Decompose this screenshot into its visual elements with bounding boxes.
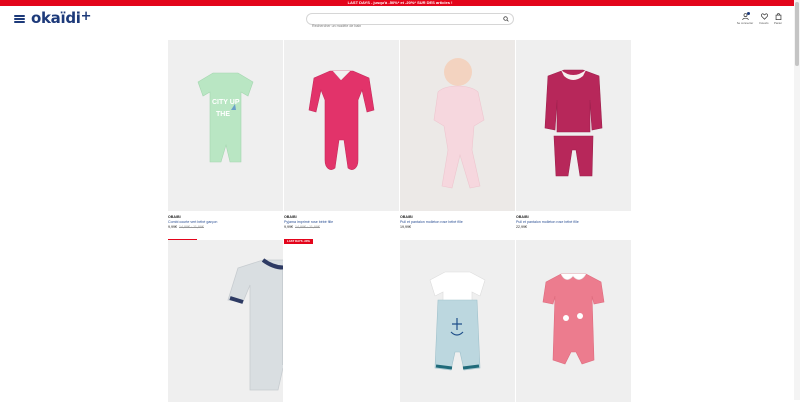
logo-text: okaïdi xyxy=(31,9,81,27)
promo-tag: LAST DAYS -30% xyxy=(284,238,313,244)
product-card[interactable] xyxy=(516,240,631,402)
product-image[interactable] xyxy=(400,40,515,211)
product-image[interactable] xyxy=(284,40,399,211)
bag-icon xyxy=(775,13,781,20)
price-current: 9,99€ xyxy=(284,225,293,229)
product-card[interactable] xyxy=(400,240,515,402)
search-input[interactable] xyxy=(307,21,497,31)
product-card[interactable] xyxy=(168,240,283,402)
product-card[interactable]: OBAIBI Pull et pantalon molleton rose bé… xyxy=(400,40,515,229)
scrollbar-thumb[interactable] xyxy=(795,2,799,66)
product-brand: OBAIBI xyxy=(168,215,181,219)
product-brand: OBAIBI xyxy=(516,215,529,219)
site-logo[interactable]: okaïdi+ xyxy=(31,9,92,27)
product-card[interactable]: CITY UP THE OBAIBI Combi courte vert béb… xyxy=(168,40,283,247)
account-badge xyxy=(747,12,750,15)
svg-text:CITY UP: CITY UP xyxy=(212,99,240,106)
product-image[interactable] xyxy=(516,40,631,211)
product-image[interactable] xyxy=(168,240,283,402)
product-name[interactable]: Combi courte vert bébé garçon xyxy=(168,220,283,224)
svg-text:THE: THE xyxy=(216,111,230,118)
product-image[interactable] xyxy=(400,240,515,402)
page-scrollbar[interactable] xyxy=(794,0,800,400)
product-image[interactable] xyxy=(516,240,631,402)
product-price: 22,99€ xyxy=(516,225,631,229)
price-current: 22,99€ xyxy=(516,225,527,229)
price-old: 14,99€ · 11,99€ xyxy=(179,225,204,229)
logo-plus-icon: + xyxy=(80,9,92,24)
product-price: 9,99€ 14,99€ · 11,99€ xyxy=(284,225,399,229)
product-name[interactable]: Pyjama imprimé rose bébé fille xyxy=(284,220,399,224)
search-icon[interactable] xyxy=(503,16,509,22)
product-image[interactable]: CITY UP THE xyxy=(168,40,283,211)
price-current: 19,99€ xyxy=(400,225,411,229)
price-current: 9,99€ xyxy=(168,225,177,229)
product-price: 19,99€ xyxy=(400,225,515,229)
price-old: 14,99€ · 11,99€ xyxy=(295,225,320,229)
product-card[interactable]: OBAIBI Pull et pantalon molleton rose bé… xyxy=(516,40,631,229)
product-name[interactable]: Pull et pantalon molleton rose bébé fill… xyxy=(516,220,631,224)
product-brand: OBAIBI xyxy=(400,215,413,219)
product-price: 9,99€ 14,99€ · 11,99€ xyxy=(168,225,283,229)
product-brand: OBAIBI xyxy=(284,215,297,219)
cart-button[interactable]: Panier xyxy=(767,13,789,25)
product-name[interactable]: Pull et pantalon molleton rose bébé fill… xyxy=(400,220,515,224)
product-card[interactable]: OBAIBI Pyjama imprimé rose bébé fille 9,… xyxy=(284,40,399,247)
cart-label: Panier xyxy=(773,21,783,25)
search-bar[interactable] xyxy=(306,13,514,31)
menu-icon[interactable] xyxy=(14,15,25,23)
site-header: okaïdi+ Se connecter Favoris Panier xyxy=(0,6,800,32)
